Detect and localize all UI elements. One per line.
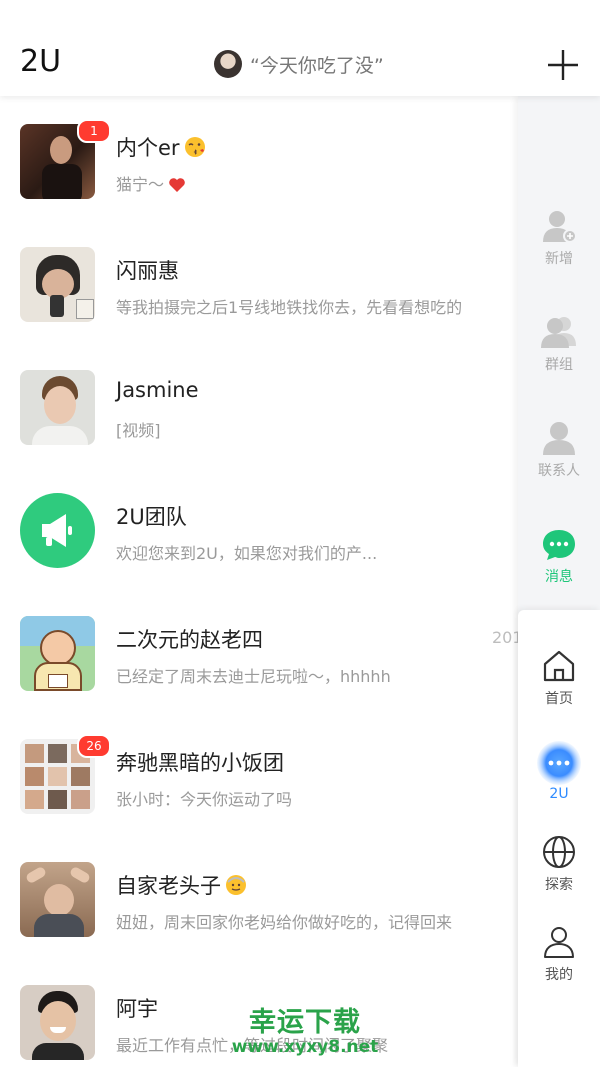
chat-row[interactable]: Jasmine [视频]	[0, 342, 518, 465]
avatar	[20, 985, 95, 1060]
chat-time: 201	[492, 628, 518, 647]
chat-message-text: 猫宁～	[116, 175, 165, 194]
chat-list: 1 内个er 猫宁～ 闪丽惠 等我拍摄完之后1号线地铁找你去，先看看想吃的 Ja…	[0, 96, 518, 1067]
chat-bubble-icon	[543, 530, 575, 560]
add-person-icon	[543, 211, 577, 243]
kiss-face-emoji	[184, 136, 206, 163]
avatar	[20, 616, 95, 691]
chat-message: 欢迎您来到2U，如果您对我们的产...	[116, 544, 378, 563]
nav-home[interactable]: 首页	[518, 648, 600, 708]
watermark-url: www.xyxy8.net	[231, 1037, 379, 1057]
profile-icon	[544, 927, 574, 958]
chat-name: 自家老头子	[116, 870, 247, 901]
chat-name-text: 自家老头子	[116, 874, 221, 898]
app-title: 2U	[20, 44, 62, 79]
side-nav-top: 新增 群组 联系人 消息	[518, 96, 600, 608]
nav-groups[interactable]: 群组	[518, 314, 600, 374]
chat-row[interactable]: 自家老头子 妞妞，周末回家你老妈给你做好吃的，记得回来	[0, 834, 518, 957]
nav-label: 首页	[545, 691, 573, 707]
chat-name: 2U团队	[116, 505, 187, 529]
more-dots-icon	[537, 741, 581, 785]
chat-message: 等我拍摄完之后1号线地铁找你去，先看看想吃的	[116, 298, 463, 317]
nav-label: 联系人	[538, 463, 580, 479]
side-nav-bottom: 首页 2U 探索 我的	[518, 610, 600, 1067]
heart-emoji	[168, 177, 186, 197]
nav-label: 新增	[545, 251, 573, 267]
chat-message: 张小时：今天你运动了吗	[116, 790, 293, 809]
avatar	[20, 247, 95, 322]
nav-label: 群组	[545, 357, 573, 373]
avatar	[20, 370, 95, 445]
contact-icon	[543, 422, 575, 455]
chat-name: 阿宇	[116, 997, 158, 1021]
nav-add[interactable]: 新增	[518, 208, 600, 268]
nav-label: 消息	[545, 569, 573, 585]
chat-name-text: 内个er	[116, 136, 180, 160]
chat-message: [视频]	[116, 421, 161, 440]
chat-name: Jasmine	[116, 378, 199, 402]
watermark-title: 幸运下载	[249, 1007, 361, 1038]
chat-message: 妞妞，周末回家你老妈给你做好吃的，记得回来	[116, 913, 453, 932]
group-icon	[541, 317, 576, 348]
chat-name: 二次元的赵老四	[116, 628, 263, 652]
chat-name: 奔驰黑暗的小饭团	[116, 751, 284, 775]
nav-profile[interactable]: 我的	[518, 924, 600, 984]
plus-icon[interactable]	[546, 48, 580, 82]
chat-row[interactable]: 二次元的赵老四 已经定了周末去迪士尼玩啦～，hhhhh 201	[0, 588, 518, 711]
nav-label: 2U	[549, 786, 569, 802]
chat-message: 猫宁～	[116, 171, 186, 197]
nav-label: 我的	[545, 967, 573, 983]
old-man-emoji	[225, 874, 247, 901]
watermark: 幸运下载 www.xyxy8.net	[220, 1000, 390, 1057]
nav-label: 探索	[545, 877, 573, 893]
chat-name: 闪丽惠	[116, 259, 179, 283]
nav-contacts[interactable]: 联系人	[518, 420, 600, 480]
nav-explore[interactable]: 探索	[518, 834, 600, 894]
chat-row[interactable]: 2U团队 欢迎您来到2U，如果您对我们的产...	[0, 465, 518, 588]
status-avatar	[214, 50, 242, 78]
unread-badge: 1	[77, 119, 111, 143]
chat-row[interactable]: 1 内个er 猫宁～	[0, 96, 518, 219]
nav-2u[interactable]: 2U	[518, 740, 600, 802]
status-text: “今天你吃了没”	[250, 54, 384, 77]
globe-icon	[543, 836, 575, 868]
megaphone-icon	[20, 493, 95, 568]
home-icon	[543, 650, 575, 682]
chat-row[interactable]: 26 奔驰黑暗的小饭团 张小时：今天你运动了吗	[0, 711, 518, 834]
avatar	[20, 862, 95, 937]
unread-badge: 26	[77, 734, 111, 758]
side-nav: 新增 群组 联系人 消息 首页 2U 探索 我的	[518, 96, 600, 1067]
chat-message: 已经定了周末去迪士尼玩啦～，hhhhh	[116, 667, 391, 686]
top-bar: 2U “今天你吃了没”	[0, 0, 600, 96]
nav-messages[interactable]: 消息	[518, 528, 600, 586]
chat-name: 内个er	[116, 132, 206, 163]
status-pill[interactable]: “今天你吃了没”	[214, 48, 384, 80]
chat-row[interactable]: 闪丽惠 等我拍摄完之后1号线地铁找你去，先看看想吃的	[0, 219, 518, 342]
